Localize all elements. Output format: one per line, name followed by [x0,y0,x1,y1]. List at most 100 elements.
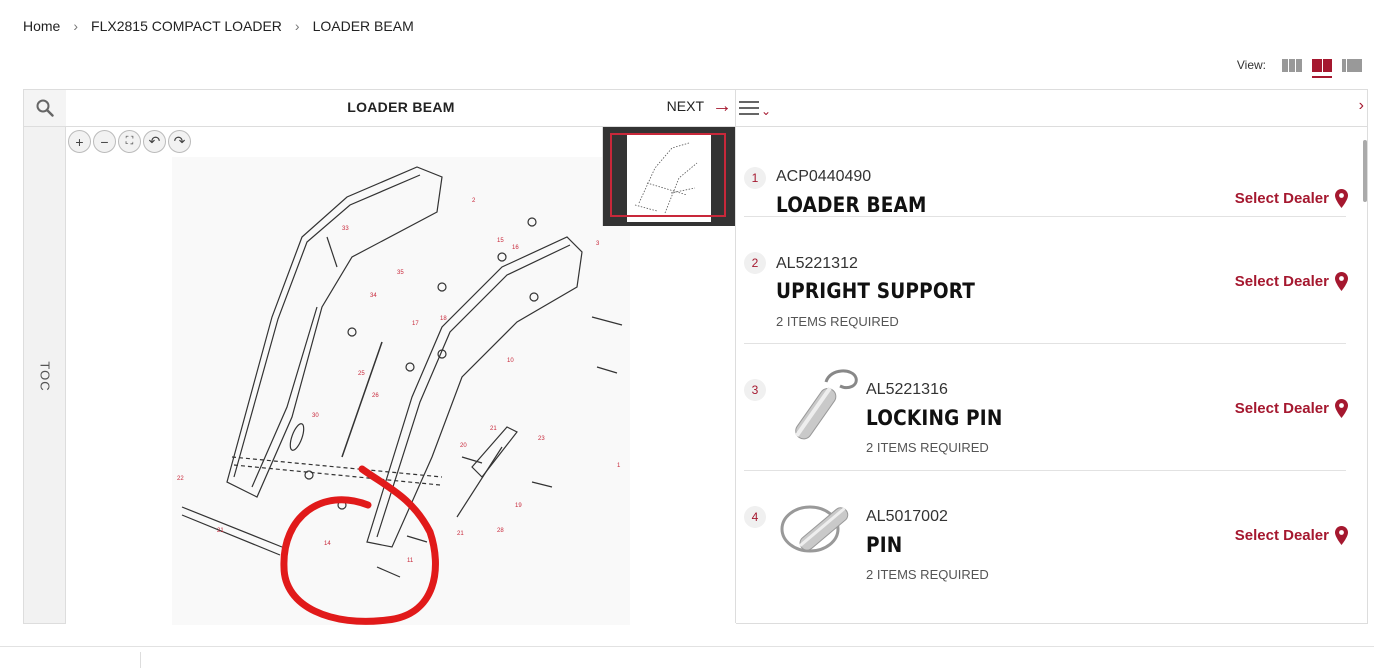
footer-separator [140,652,141,668]
zoom-out-icon: − [100,133,109,150]
items-required: 2 ITEMS REQUIRED [866,440,989,455]
callout-16: 18 [440,316,447,322]
callout-21: 21 [217,528,224,534]
view-switch: View: [1237,58,1362,78]
part-name: LOCKING PIN [866,406,1003,430]
rotate-right-icon: ↷ [173,133,186,149]
diagram-header: LOADER BEAM NEXT → [66,90,736,127]
annotation-circle [280,465,439,625]
part-sku: ACP0440490 [776,168,872,185]
map-pin-icon [1335,272,1348,291]
callout-3: 3 [596,241,600,247]
breadcrumb-model[interactable]: FLX2815 COMPACT LOADER [91,18,282,34]
menu-icon [739,101,759,115]
callout-23: 23 [538,436,545,442]
fit-screen-icon: ⛶ [125,135,134,147]
zoom-in-button[interactable]: + [68,130,91,153]
breadcrumb-current: LOADER BEAM [312,18,414,34]
rotate-left-button[interactable]: ↶ [143,130,166,153]
items-required: 2 ITEMS REQUIRED [866,567,989,582]
chevron-right-icon: › [294,18,300,34]
three-column-view-icon[interactable] [1282,58,1302,72]
rotate-right-button[interactable]: ↷ [168,130,191,153]
select-dealer-label: Select Dealer [1234,527,1329,544]
callout-20: 21 [457,531,464,537]
scrollbar[interactable] [1363,140,1367,202]
callout-19: 21 [490,426,497,432]
toc-toggle[interactable]: TOC [24,127,66,625]
callout-12: 14 [324,541,331,547]
callout-30: 30 [312,413,319,419]
parts-list-header: ⌄ › [736,90,1368,127]
parts-list: 1 ACP0440490 LOADER BEAM Select Dealer 2… [736,127,1368,625]
next-label: NEXT [666,98,704,114]
arrow-right-icon: → [712,95,732,117]
rotate-left-icon: ↶ [148,133,161,149]
callout-17: 19 [515,503,522,509]
map-pin-icon [1335,189,1348,208]
loader-beam-diagram: 2 3 33 34 35 15 16 17 18 10 30 25 26 20 … [177,166,623,625]
next-button[interactable]: NEXT → [666,95,732,117]
select-dealer-link[interactable]: Select Dealer [1235,272,1348,291]
chevron-right-icon[interactable]: › [1359,97,1364,115]
diagram-minimap[interactable] [602,127,736,226]
search-icon [36,99,54,117]
part-number-badge: 4 [744,506,766,528]
select-dealer-label: Select Dealer [1234,273,1329,290]
diagram-viewer[interactable]: 2 3 33 34 35 15 16 17 18 10 30 25 26 20 … [66,127,736,625]
part-row-3[interactable]: 3 AL5221316 LOCKING PIN 2 ITEMS REQUIRED… [744,344,1348,471]
callout-2: 2 [472,198,476,204]
items-required: 2 ITEMS REQUIRED [776,314,899,329]
single-column-view-icon[interactable] [1342,58,1362,72]
part-number-badge: 2 [744,252,766,274]
callout-18: 20 [460,443,467,449]
callout-14: 16 [512,245,519,251]
fit-screen-button[interactable]: ⛶ [118,130,141,153]
zoom-out-button[interactable]: − [93,130,116,153]
pin-image [778,491,864,577]
select-dealer-link[interactable]: Select Dealer [1235,189,1348,208]
callout-22: 22 [177,476,184,482]
zoom-in-icon: + [75,133,84,150]
diagram-title: LOADER BEAM [347,99,455,115]
part-row-2[interactable]: 2 AL5221312 UPRIGHT SUPPORT 2 ITEMS REQU… [744,217,1348,344]
toc-label: TOC [37,360,53,392]
callout-35: 35 [397,270,404,276]
callout-28: 28 [497,528,504,534]
callout-11: 11 [407,558,414,564]
part-row-1[interactable]: 1 ACP0440490 LOADER BEAM Select Dealer [744,127,1348,217]
search-button[interactable] [24,90,66,127]
map-pin-icon [1335,399,1348,418]
callout-25: 25 [358,371,365,377]
callout-33: 33 [342,226,349,232]
parts-panel: TOC LOADER BEAM NEXT → 2 3 33 34 35 15 1… [23,89,1368,625]
select-dealer-label: Select Dealer [1234,190,1329,207]
part-name: PIN [866,533,903,557]
toc-sidebar: TOC [24,90,66,623]
part-sku: AL5017002 [866,508,948,525]
callout-1: 1 [617,463,621,469]
callout-15: 17 [412,321,419,327]
chevron-down-icon: ⌄ [761,104,772,118]
callout-10: 10 [507,358,514,364]
part-row-4[interactable]: 4 AL5017002 PIN 2 ITEMS REQUIRED Select … [744,471,1348,625]
chevron-right-icon: › [73,18,79,34]
two-column-view-icon[interactable] [1312,58,1332,78]
part-sku: AL5221312 [776,255,858,272]
part-number-badge: 3 [744,379,766,401]
map-pin-icon [1335,526,1348,545]
exploded-view-drawing[interactable]: 2 3 33 34 35 15 16 17 18 10 30 25 26 20 … [172,157,630,625]
minimap-viewport[interactable] [610,133,726,217]
part-name: LOADER BEAM [776,193,927,217]
list-menu-dropdown[interactable]: ⌄ [739,98,771,118]
select-dealer-link[interactable]: Select Dealer [1235,399,1348,418]
select-dealer-label: Select Dealer [1234,400,1329,417]
callout-26: 26 [372,393,379,399]
part-name: UPRIGHT SUPPORT [776,279,976,303]
footer-divider [0,646,1374,647]
callout-13: 15 [497,238,504,244]
locking-pin-image [778,364,864,450]
select-dealer-link[interactable]: Select Dealer [1235,526,1348,545]
breadcrumb-home[interactable]: Home [23,18,60,34]
diagram-toolbar: + − ⛶ ↶ ↷ [68,130,191,153]
